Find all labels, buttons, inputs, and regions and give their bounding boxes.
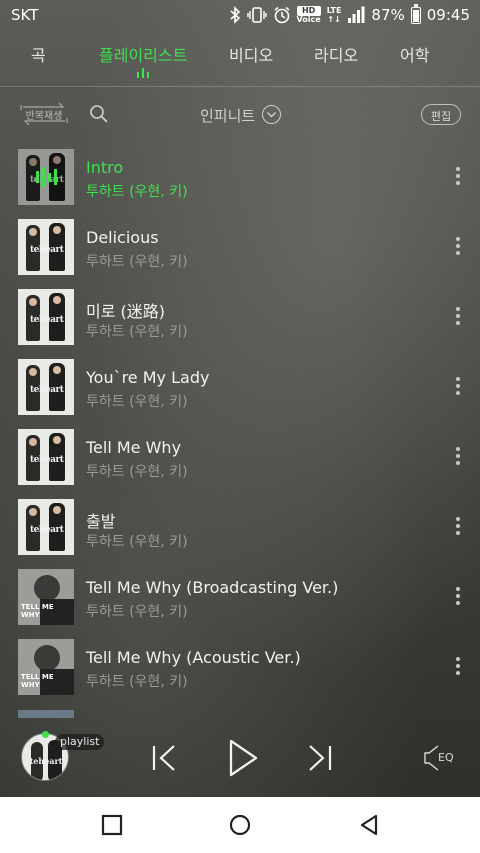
album-cover: teheart <box>18 149 74 205</box>
next-button[interactable] <box>304 740 336 776</box>
repeat-play-button[interactable]: 반복재생 <box>19 101 69 127</box>
tab-divider <box>0 86 480 87</box>
signal-icon <box>347 5 365 25</box>
chevron-down-icon[interactable] <box>262 105 281 124</box>
previous-icon <box>152 745 175 771</box>
album-cover: teheart <box>18 499 74 555</box>
now-playing-equalizer-icon <box>18 149 74 205</box>
album-cover: teheart <box>18 219 74 275</box>
track-title: 출발 <box>86 512 116 531</box>
app-screen: SKT HD Voice LTE ↑↓ 87% 09:45 곡 플레이리스트 비… <box>0 0 480 853</box>
album-cover: TELL ME WHY <box>18 639 74 695</box>
carrier-label: SKT <box>11 6 39 24</box>
more-vertical-icon[interactable] <box>455 657 461 677</box>
track-row[interactable]: teheart Intro 투하트 (우현, 키) <box>0 146 480 216</box>
more-vertical-icon[interactable] <box>455 307 461 327</box>
lte-icon: LTE ↑↓ <box>326 6 342 24</box>
track-row[interactable]: TELL ME WHY Tell Me Why (Acoustic Ver.) … <box>0 636 480 706</box>
back-icon[interactable] <box>356 812 382 838</box>
tab-songs[interactable]: 곡 <box>31 42 46 66</box>
home-icon[interactable] <box>227 812 253 838</box>
play-icon <box>229 739 258 777</box>
search-icon <box>90 105 108 123</box>
track-title: Tell Me Why (Acoustic Ver.) <box>86 648 301 667</box>
track-artist: 투하트 (우현, 키) <box>86 254 188 270</box>
previous-button[interactable] <box>148 740 180 776</box>
clock: 09:45 <box>426 6 470 24</box>
album-cover: TELL ME WHY <box>18 569 74 625</box>
vibrate-icon <box>246 5 267 25</box>
tab-playlist[interactable]: 플레이리스트 <box>99 42 187 66</box>
track-title: Intro <box>86 158 124 177</box>
status-bar: SKT HD Voice LTE ↑↓ 87% 09:45 <box>0 0 480 30</box>
edit-label: 편집 <box>430 110 452 123</box>
track-artist: 투하트 (우현, 키) <box>86 464 188 480</box>
track-title: 미로 (迷路) <box>86 302 166 321</box>
more-vertical-icon[interactable] <box>455 517 461 537</box>
edit-button[interactable]: 편집 <box>421 104 461 125</box>
battery-percent: 87% <box>371 6 405 24</box>
status-dot <box>42 731 49 738</box>
sort-selector-label[interactable]: 인피니트 <box>200 105 255 126</box>
track-row[interactable]: teheart Delicious 투하트 (우현, 키) <box>0 216 480 286</box>
tab-language[interactable]: 어학 <box>400 42 429 66</box>
tab-video[interactable]: 비디오 <box>229 42 273 66</box>
equalizer-button[interactable]: EQ <box>424 744 460 772</box>
eq-label: EQ <box>438 751 454 764</box>
album-cover: teheart <box>18 429 74 485</box>
track-row[interactable]: teheart Tell Me Why 투하트 (우현, 키) <box>0 426 480 496</box>
track-title: Delicious <box>86 228 159 247</box>
playlist-tag[interactable]: playlist <box>55 734 105 750</box>
track-artist: 투하트 (우현, 키) <box>86 534 188 550</box>
recent-apps-icon[interactable] <box>99 812 125 838</box>
track-artist: 투하트 (우현, 키) <box>86 604 188 620</box>
navigation-bar <box>0 797 480 853</box>
status-icons: HD Voice LTE ↑↓ 87% 09:45 <box>229 3 470 26</box>
track-artist: 투하트 (우현, 키) <box>86 184 188 200</box>
more-vertical-icon[interactable] <box>455 587 461 607</box>
battery-icon <box>410 3 421 25</box>
track-row-partial[interactable] <box>0 710 480 718</box>
bluetooth-icon <box>229 5 241 25</box>
track-artist: 투하트 (우현, 키) <box>86 324 188 340</box>
track-row[interactable]: teheart 미로 (迷路) 투하트 (우현, 키) <box>0 286 480 356</box>
track-title: Tell Me Why <box>86 438 182 457</box>
track-row[interactable]: TELL ME WHY Tell Me Why (Broadcasting Ve… <box>0 566 480 636</box>
album-cover: teheart <box>18 289 74 345</box>
more-vertical-icon[interactable] <box>455 167 461 187</box>
tab-radio[interactable]: 라디오 <box>314 42 358 66</box>
track-artist: 투하트 (우현, 키) <box>86 674 188 690</box>
active-tab-indicator <box>137 68 149 78</box>
album-cover: teheart <box>18 359 74 415</box>
more-vertical-icon[interactable] <box>455 377 461 397</box>
track-row[interactable]: teheart 출발 투하트 (우현, 키) <box>0 496 480 566</box>
hd-voice-icon: HD Voice <box>296 6 321 24</box>
play-button[interactable] <box>226 738 260 778</box>
mini-player: teheart playlist EQ <box>0 720 480 797</box>
search-button[interactable] <box>89 104 109 124</box>
album-cover <box>18 710 74 718</box>
track-title: You`re My Lady <box>86 368 210 387</box>
alarm-icon <box>273 5 291 25</box>
track-artist: 투하트 (우현, 키) <box>86 394 188 410</box>
more-vertical-icon[interactable] <box>455 447 461 467</box>
track-title: Tell Me Why (Broadcasting Ver.) <box>86 578 339 597</box>
next-icon <box>309 745 332 771</box>
more-vertical-icon[interactable] <box>455 237 461 257</box>
category-tabs: 곡 플레이리스트 비디오 라디오 어학 <box>0 38 480 86</box>
repeat-play-label: 반복재생 <box>25 111 63 122</box>
track-row[interactable]: teheart You`re My Lady 투하트 (우현, 키) <box>0 356 480 426</box>
